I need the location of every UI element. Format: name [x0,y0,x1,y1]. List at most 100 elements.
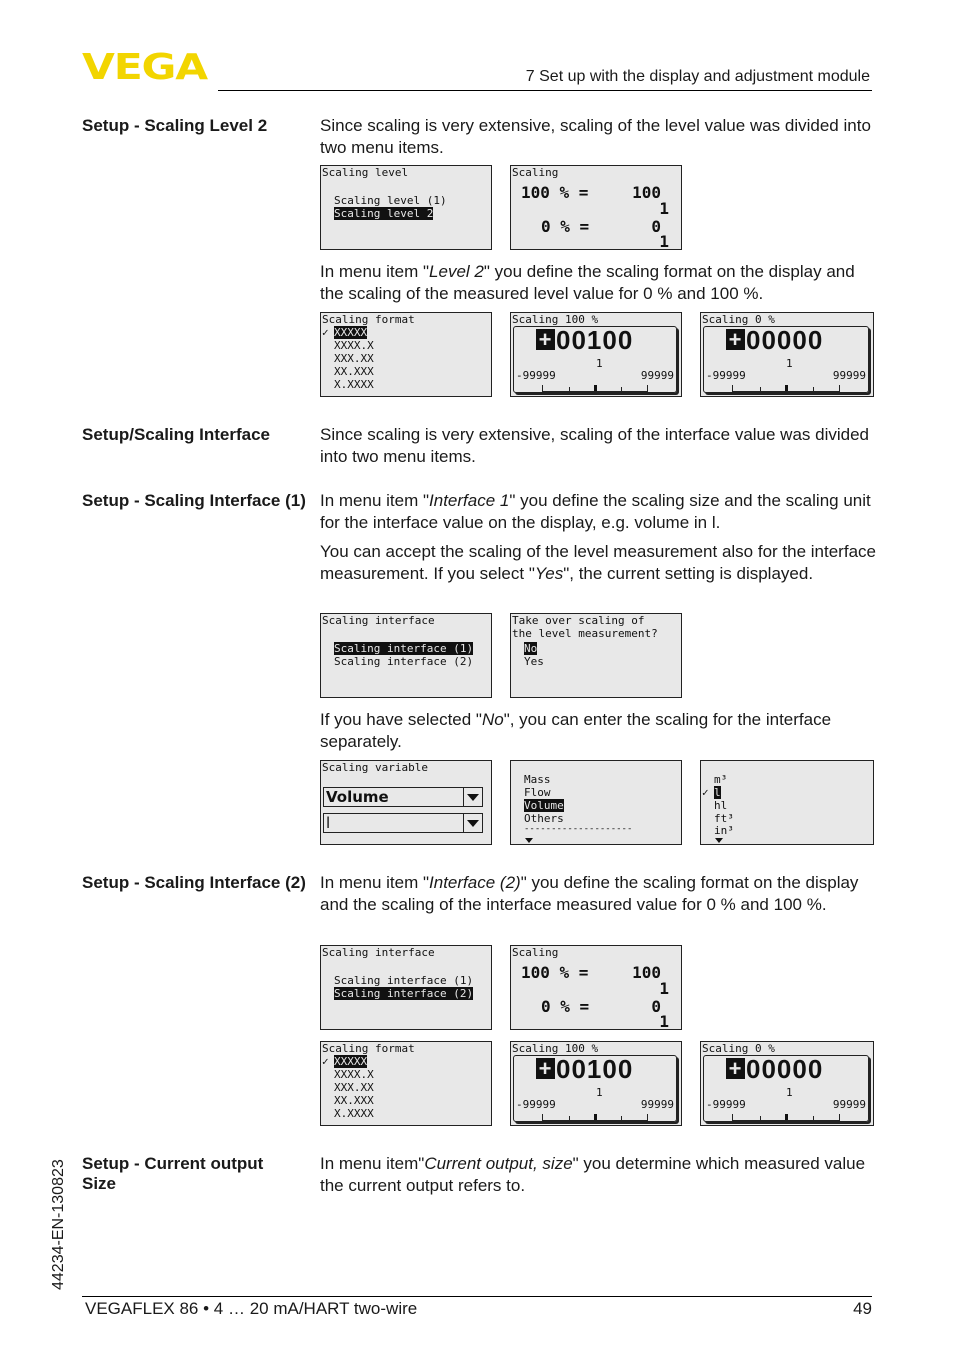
lcd-title: Scaling variable [322,761,428,774]
pct-0: 0 % = [541,997,590,1016]
format-option[interactable]: X.XXXX [334,378,374,391]
format-option[interactable]: XX.XXX [334,365,374,378]
section-label-current-output-size: Setup - Current output Size [82,1154,264,1193]
section-label-scaling-interface-1: Setup - Scaling Interface (1) [82,491,306,510]
option-no-selected[interactable]: No [524,642,538,655]
footer-product: VEGAFLEX 86 • 4 … 20 mA/HART two-wire [85,1299,418,1318]
section-label-scaling-interface-2: Setup - Scaling Interface (2) [82,873,306,892]
option-yes[interactable]: Yes [524,655,544,668]
menu-item-selected[interactable]: Scaling interface (1) [334,642,474,655]
chapter-heading: 7 Set up with the display and adjustment… [525,68,870,85]
footer-divider [82,1296,872,1297]
range-max: 99999 [640,1098,674,1111]
value-digits[interactable]: 00100 [556,1054,633,1084]
format-option[interactable]: XXXX.X [334,1068,374,1081]
header-divider [218,90,872,91]
value-editor[interactable]: +00100 1 -99999 99999 [513,326,677,393]
unit: 1 [659,979,669,998]
range-max: 99999 [832,1098,866,1111]
unit-dropdown[interactable]: l [323,813,483,833]
range-min: -99999 [706,369,746,382]
range-scale [732,1114,840,1121]
plus-sign-icon[interactable]: + [726,329,745,351]
value-100: 100 [632,963,661,982]
document-id: 44234-EN-130823 [50,1159,67,1290]
unit: 1 [659,1012,669,1030]
separator: -------------------- [524,824,633,834]
lcd-scaling-variable: Scaling variable Volume l [320,760,492,845]
section-label-scaling-level-2: Setup - Scaling Level 2 [82,116,268,135]
value-digits[interactable]: 00100 [556,325,633,355]
menu-item[interactable]: Scaling interface (1) [334,974,473,987]
lcd-title: Scaling interface [322,946,435,959]
check-icon: ✓ [322,326,329,339]
lcd-scaling-interface: Scaling interface Scaling interface (1) … [320,945,492,1030]
pct-0: 0 % = [541,217,590,236]
lcd-unit-list: m³ ✓ l hl ft³ in³ [700,760,874,845]
lcd-scaling-level: Scaling level Scaling level (1) Scaling … [320,165,492,250]
page-number: 49 [853,1299,872,1318]
value-digits[interactable]: 00000 [746,1054,823,1084]
format-option[interactable]: XXX.XX [334,352,374,365]
pct-100: 100 % = [521,183,589,202]
value-editor[interactable]: +00100 1 -99999 99999 [513,1055,677,1122]
value-editor[interactable]: +00000 1 -99999 99999 [703,1055,869,1122]
range-min: -99999 [706,1098,746,1111]
format-option[interactable]: XX.XXX [334,1094,374,1107]
unit: 1 [596,357,603,370]
range-scale [542,1114,648,1121]
format-option-selected[interactable]: XXXXX [334,326,368,339]
list-item-selected[interactable]: l [714,786,721,799]
lcd-scaling: Scaling 100 % = 100 1 0 % = 0 1 [510,165,682,250]
plus-sign-icon[interactable]: + [536,329,555,351]
value-editor[interactable]: +00000 1 -99999 99999 [703,326,869,393]
paragraph: In menu item"Current output, size" you d… [320,1154,866,1195]
unit: 1 [659,199,669,218]
paragraph: If you have selected "No", you can enter… [320,710,832,751]
format-option[interactable]: X.XXXX [334,1107,374,1120]
paragraph: In menu item "Interface (2)" you define … [320,873,859,914]
unit: 1 [786,1086,793,1099]
list-item[interactable]: Mass [524,773,551,786]
lcd-scaling-interface: Scaling interface Scaling interface (1) … [320,613,492,698]
paragraph: You can accept the scaling of the level … [320,542,876,583]
paragraph: In menu item "Interface 1" you define th… [320,491,871,532]
format-option-selected[interactable]: XXXXX [334,1055,368,1068]
lcd-scaling-0: Scaling 0 % +00000 1 -99999 99999 [700,312,874,397]
list-item[interactable]: in³ [714,824,734,837]
list-item[interactable]: Flow [524,786,551,799]
lcd-scaling-100: Scaling 100 % +00100 1 -99999 99999 [510,312,682,397]
paragraph: Since scaling is very extensive, scaling… [320,425,870,466]
plus-sign-icon[interactable]: + [536,1058,555,1080]
list-item[interactable]: hl [714,799,727,812]
format-option[interactable]: XXX.XX [334,1081,374,1094]
menu-item-selected[interactable]: Scaling level 2 [334,207,434,220]
scroll-down-icon[interactable] [525,838,533,843]
lcd-scaling-0: Scaling 0 % +00000 1 -99999 99999 [700,1041,874,1126]
check-icon: ✓ [322,1055,329,1068]
lcd-title: Scaling level [322,166,409,179]
scroll-down-icon[interactable] [715,838,723,843]
lcd-title: Scaling [512,946,559,959]
plus-sign-icon[interactable]: + [726,1058,745,1080]
list-item[interactable]: m³ [714,773,727,786]
format-option[interactable]: XXXX.X [334,339,374,352]
menu-item[interactable]: Scaling level (1) [334,194,447,207]
chevron-down-icon[interactable] [463,788,482,806]
list-item-selected[interactable]: Volume [524,799,564,812]
chevron-down-icon[interactable] [463,814,482,832]
lcd-title: Scaling format [322,1042,415,1055]
range-min: -99999 [516,1098,556,1111]
vega-logo: VEGA [82,47,208,88]
lcd-scaling-format: Scaling format ✓ XXXXX XXXX.X XXX.XX XX.… [320,312,492,397]
value-100: 100 [632,183,661,202]
lcd-scaling-100: Scaling 100 % +00100 1 -99999 99999 [510,1041,682,1126]
range-scale [732,385,840,392]
variable-dropdown[interactable]: Volume [323,787,483,807]
menu-item-selected[interactable]: Scaling interface (2) [334,987,474,1000]
value-digits[interactable]: 00000 [746,325,823,355]
lcd-title: the level measurement? [512,627,658,640]
menu-item[interactable]: Scaling interface (2) [334,655,473,668]
range-max: 99999 [640,369,674,382]
range-scale [542,385,648,392]
